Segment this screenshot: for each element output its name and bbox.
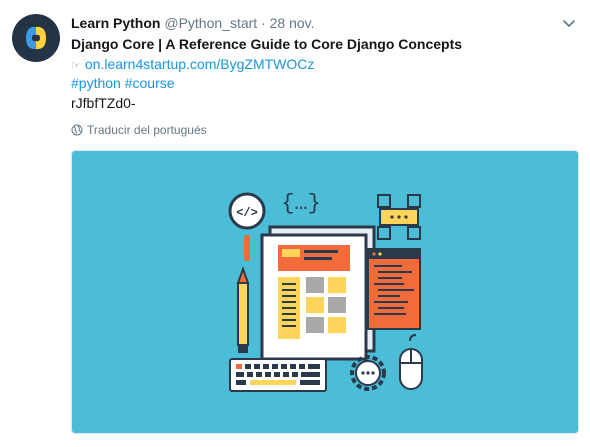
separator: · xyxy=(261,15,266,31)
python-logo-icon xyxy=(26,26,46,50)
link-line: ☞ on.learn4startup.com/BygZMTWOCz xyxy=(71,55,314,75)
tweet-date[interactable]: 28 nov. xyxy=(270,15,315,31)
tweet-header: Learn Python @Python_start · 28 nov. xyxy=(71,14,315,32)
avatar[interactable] xyxy=(12,14,60,62)
hashtags: #python #course xyxy=(71,74,175,92)
tweet-link[interactable]: on.learn4startup.com/BygZMTWOCz xyxy=(85,56,315,72)
translate-button[interactable]: Traducir del portugués xyxy=(71,122,207,138)
tweet-code: rJfbfTZd0- xyxy=(71,95,136,111)
gear-icon xyxy=(350,355,386,391)
hashtag-course[interactable]: #course xyxy=(125,75,175,91)
translate-label: Traducir del portugués xyxy=(87,123,207,137)
tweet-media-image[interactable]: </> {…} xyxy=(71,150,579,434)
web-development-illustration: </> {…} xyxy=(228,191,423,392)
nodes-icon xyxy=(377,194,421,240)
magnifier-code-icon: </> xyxy=(228,192,266,261)
tweet-card[interactable]: Learn Python @Python_start · 28 nov. Dja… xyxy=(0,0,590,447)
browser-window xyxy=(260,225,376,361)
author-name[interactable]: Learn Python xyxy=(71,15,160,31)
svg-text:{…}: {…} xyxy=(281,191,321,216)
chevron-down-icon xyxy=(563,20,575,27)
svg-text:</>: </> xyxy=(236,206,258,220)
tweet-title: Django Core | A Reference Guide to Core … xyxy=(71,36,463,52)
more-options-button[interactable] xyxy=(560,14,578,32)
author-handle[interactable]: @Python_start xyxy=(164,15,257,31)
mouse-icon xyxy=(399,334,423,390)
code-document xyxy=(367,248,421,330)
keyboard-icon xyxy=(229,358,327,392)
pointing-hand-icon: ☞ xyxy=(71,60,81,72)
globe-icon xyxy=(71,124,83,136)
code-braces-icon: {…} xyxy=(281,191,321,216)
hashtag-python[interactable]: #python xyxy=(71,75,121,91)
pencil-icon xyxy=(236,266,250,353)
